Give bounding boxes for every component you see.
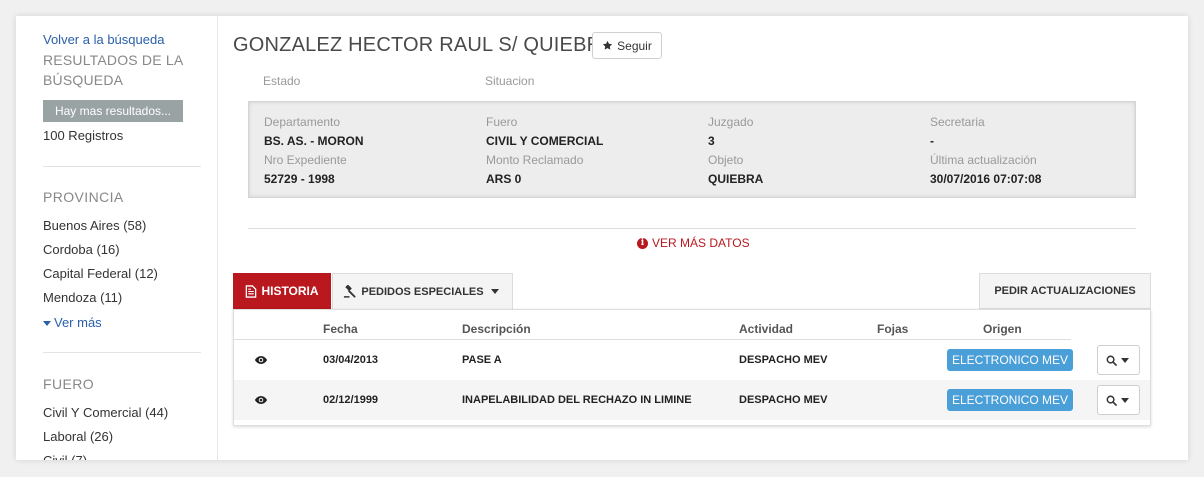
follow-label: Seguir bbox=[617, 38, 652, 53]
detail-value: 30/07/2016 07:07:08 bbox=[930, 172, 1042, 186]
provincia-item[interactable]: Capital Federal (12) bbox=[43, 262, 158, 286]
follow-button[interactable]: Seguir bbox=[592, 32, 662, 59]
historia-table: Fecha Descripción Actividad Fojas Origen… bbox=[233, 309, 1151, 426]
fuero-item[interactable]: Laboral (26) bbox=[43, 425, 168, 449]
info-icon: i bbox=[637, 237, 648, 249]
detail-label: Monto Reclamado bbox=[486, 153, 584, 167]
caret-down-icon bbox=[43, 321, 51, 327]
table-row: 03/04/2013 PASE A DESPACHO MEV ELECTRONI… bbox=[234, 340, 1150, 380]
detail-ultima-actualizacion: Última actualización 30/07/2016 07:07:08 bbox=[930, 153, 1041, 186]
cell-descripcion: INAPELABILIDAD DEL RECHAZO IN LIMINE bbox=[462, 394, 692, 406]
section-divider bbox=[248, 228, 1136, 229]
more-results-button[interactable]: Hay mas resultados... bbox=[43, 100, 183, 122]
origin-badge: ELECTRONICO MEV bbox=[947, 389, 1073, 411]
detail-label: Secretaria bbox=[930, 115, 985, 129]
provincia-item[interactable]: Mendoza (11) bbox=[43, 286, 158, 310]
tab-historia[interactable]: HISTORIA bbox=[233, 273, 331, 309]
detail-nro-expediente: Nro Expediente 52729 - 1998 bbox=[264, 153, 347, 186]
detail-label: Última actualización bbox=[930, 153, 1037, 167]
document-icon bbox=[246, 284, 257, 298]
pedir-actualizaciones-button[interactable]: PEDIR ACTUALIZACIONES bbox=[979, 273, 1151, 309]
detail-monto-reclamado: Monto Reclamado ARS 0 bbox=[486, 153, 583, 186]
sidebar-divider bbox=[43, 166, 201, 167]
detail-value: CIVIL Y COMERCIAL bbox=[486, 134, 604, 148]
detail-label: Juzgado bbox=[708, 115, 754, 129]
tab-pedidos-label: PEDIDOS ESPECIALES bbox=[361, 285, 484, 298]
tab-historia-label: HISTORIA bbox=[261, 284, 319, 298]
search-icon bbox=[1106, 395, 1117, 406]
detail-value: 52729 - 1998 bbox=[264, 172, 335, 186]
app-frame: Volver a la búsqueda RESULTADOS DE LA BÚ… bbox=[16, 16, 1188, 460]
estado-label: Estado bbox=[263, 74, 301, 88]
detail-label: Nro Expediente bbox=[264, 153, 347, 167]
ver-mas-label: Ver más bbox=[54, 315, 102, 330]
detail-value: BS. AS. - MORON bbox=[264, 134, 364, 148]
provincia-list: Buenos Aires (58) Cordoba (16) Capital F… bbox=[43, 214, 158, 310]
detail-label: Fuero bbox=[486, 115, 518, 129]
detail-juzgado: Juzgado 3 bbox=[708, 115, 753, 148]
provincia-item[interactable]: Cordoba (16) bbox=[43, 238, 158, 262]
case-title: GONZALEZ HECTOR RAUL S/ QUIEBRA bbox=[233, 34, 615, 56]
cell-fecha: 03/04/2013 bbox=[323, 354, 379, 366]
case-details-panel: Departamento BS. AS. - MORON Fuero CIVIL… bbox=[248, 101, 1136, 198]
sidebar-divider bbox=[43, 352, 201, 353]
column-header-origen: Origen bbox=[983, 322, 1022, 336]
detail-value: ARS 0 bbox=[486, 172, 522, 186]
detail-label: Departamento bbox=[264, 115, 341, 129]
provincia-item[interactable]: Buenos Aires (58) bbox=[43, 214, 158, 238]
caret-down-icon bbox=[490, 289, 499, 294]
column-header-actividad: Actividad bbox=[739, 322, 794, 336]
sidebar: Volver a la búsqueda RESULTADOS DE LA BÚ… bbox=[16, 16, 218, 460]
column-header-fecha: Fecha bbox=[323, 322, 358, 336]
star-icon bbox=[603, 40, 613, 50]
search-icon bbox=[1106, 355, 1117, 366]
cell-fecha: 02/12/1999 bbox=[323, 394, 379, 406]
origin-badge: ELECTRONICO MEV bbox=[947, 349, 1073, 371]
records-count: 100 Registros bbox=[43, 128, 124, 143]
fuero-list: Civil Y Comercial (44) Laboral (26) Civi… bbox=[43, 401, 168, 460]
situacion-label: Situacion bbox=[485, 74, 535, 88]
caret-down-icon bbox=[1120, 357, 1129, 363]
detail-objeto: Objeto QUIEBRA bbox=[708, 153, 763, 186]
ver-mas-datos-label: VER MÁS DATOS bbox=[652, 236, 750, 250]
fuero-item[interactable]: Civil Y Comercial (44) bbox=[43, 401, 168, 425]
results-title: RESULTADOS DE LA BÚSQUEDA bbox=[43, 52, 183, 88]
detail-label: Objeto bbox=[708, 153, 744, 167]
row-search-dropdown[interactable] bbox=[1097, 385, 1140, 415]
cell-descripcion: PASE A bbox=[462, 354, 502, 366]
gavel-icon bbox=[344, 285, 356, 298]
cell-actividad: DESPACHO MEV bbox=[739, 354, 828, 366]
column-header-descripcion: Descripción bbox=[462, 322, 531, 336]
detail-value: QUIEBRA bbox=[708, 172, 764, 186]
ver-mas-link[interactable]: Ver más bbox=[43, 315, 102, 330]
table-row: 02/12/1999 INAPELABILIDAD DEL RECHAZO IN… bbox=[234, 380, 1150, 420]
detail-secretaria: Secretaria - bbox=[930, 115, 985, 148]
detail-value: - bbox=[930, 134, 934, 148]
provincia-heading: PROVINCIA bbox=[43, 189, 124, 205]
cell-actividad: DESPACHO MEV bbox=[739, 394, 828, 406]
detail-value: 3 bbox=[708, 134, 715, 148]
column-header-fojas: Fojas bbox=[877, 322, 909, 336]
row-search-dropdown[interactable] bbox=[1097, 345, 1140, 375]
detail-departamento: Departamento BS. AS. - MORON bbox=[264, 115, 364, 148]
caret-down-icon bbox=[1120, 397, 1129, 403]
eye-icon[interactable] bbox=[254, 393, 268, 407]
fuero-item[interactable]: Civil (7) bbox=[43, 449, 168, 460]
fuero-heading: FUERO bbox=[43, 376, 94, 392]
tab-pedidos-especiales[interactable]: PEDIDOS ESPECIALES bbox=[332, 273, 513, 309]
ver-mas-datos-link[interactable]: i VER MÁS DATOS bbox=[637, 236, 750, 250]
detail-fuero: Fuero CIVIL Y COMERCIAL bbox=[486, 115, 603, 148]
eye-icon[interactable] bbox=[254, 353, 268, 367]
back-to-search-link[interactable]: Volver a la búsqueda bbox=[43, 32, 164, 47]
